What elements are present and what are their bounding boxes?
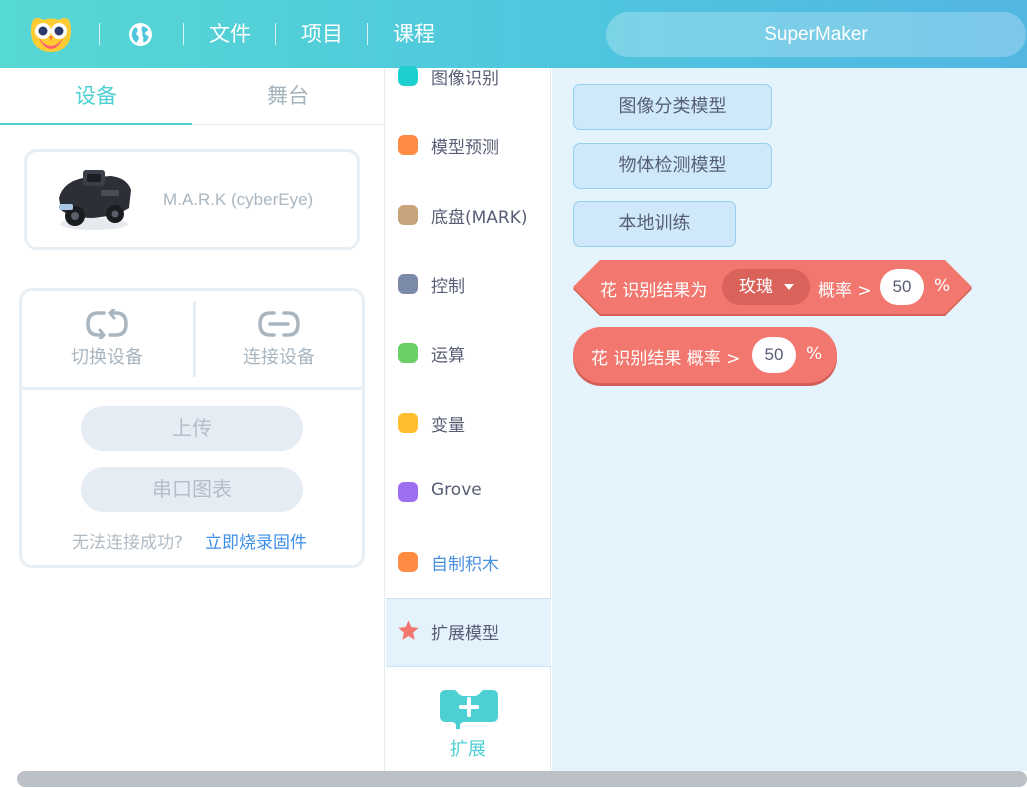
robot-car-image (59, 170, 131, 230)
switch-icon (86, 309, 128, 339)
connection-fail-text: 无法连接成功? (72, 533, 184, 553)
local-training-button[interactable]: 本地训练 (573, 201, 736, 247)
flower-result-is-block[interactable]: 花 识别结果为 玫瑰 概率 > 50 % (572, 259, 975, 317)
flower-dropdown[interactable]: 玫瑰 (722, 269, 810, 305)
connect-device-label: 连接设备 (243, 347, 315, 368)
category-label: 控制 (431, 277, 465, 297)
caret-down-icon (784, 284, 794, 290)
link-icon (258, 311, 300, 337)
connection-card: 切换设备 连接设备 上传 串口图表 无法连接成功? 立即烧录固件 (19, 288, 365, 568)
star-icon (398, 620, 419, 640)
category-color-dot (398, 66, 418, 86)
category-label: 运算 (431, 346, 465, 366)
category-label: 底盘(MARK) (431, 208, 528, 228)
serial-chart-button[interactable]: 串口图表 (81, 467, 303, 512)
block-category-list: 图像识别 模型预测 底盘(MARK) 控制 运算 变量 Grove 自制积木 扩… (386, 66, 551, 771)
device-name: M.A.R.K (cyberEye) (163, 190, 314, 209)
connect-device-button[interactable]: 连接设备 (194, 309, 364, 379)
block-label: % (934, 276, 951, 296)
probability-input[interactable]: 50 (880, 269, 924, 305)
category-label: 变量 (431, 416, 465, 436)
globe-icon[interactable] (128, 22, 153, 47)
category-color-dot (398, 343, 418, 363)
probability-input[interactable]: 50 (752, 337, 796, 373)
menu-project[interactable]: 项目 (301, 20, 343, 48)
category-chassis[interactable]: 底盘(MARK) (386, 195, 551, 235)
category-label: 图像识别 (431, 69, 499, 89)
flash-firmware-link[interactable]: 立即烧录固件 (205, 528, 307, 553)
category-label: 扩展模型 (431, 624, 499, 644)
project-title-field[interactable]: SuperMaker (606, 12, 1026, 57)
extension-label: 扩展 (450, 739, 486, 760)
category-label: 自制积木 (431, 555, 499, 575)
card-divider (22, 387, 362, 390)
category-color-dot (398, 413, 418, 433)
category-image-recognition[interactable]: 图像识别 (386, 56, 551, 96)
menu-separator (367, 23, 368, 45)
tab-device[interactable]: 设备 (0, 68, 192, 125)
flower-result-probability-block[interactable]: 花 识别结果 概率 > 50 % (573, 327, 837, 383)
category-color-dot (398, 274, 418, 294)
menu-separator (183, 23, 184, 45)
menu-separator (275, 23, 276, 45)
category-variables[interactable]: 变量 (386, 403, 551, 443)
category-control[interactable]: 控制 (386, 264, 551, 304)
block-palette: 图像分类模型 物体检测模型 本地训练 花 识别结果为 玫瑰 概率 > 50 % … (552, 68, 1027, 771)
category-color-dot (398, 135, 418, 155)
menu-course[interactable]: 课程 (393, 20, 435, 48)
category-label: 模型预测 (431, 138, 499, 158)
add-extension-icon[interactable] (438, 687, 500, 731)
menu-file[interactable]: 文件 (209, 20, 251, 48)
object-detection-model-button[interactable]: 物体检测模型 (573, 143, 772, 189)
block-label: 花 识别结果 概率 > (591, 349, 741, 369)
image-classification-model-button[interactable]: 图像分类模型 (573, 84, 772, 130)
category-color-dot (398, 552, 418, 572)
category-extension-model[interactable]: 扩展模型 (386, 611, 551, 651)
device-card[interactable]: M.A.R.K (cyberEye) (24, 149, 360, 250)
category-color-dot (398, 205, 418, 225)
upload-button[interactable]: 上传 (81, 406, 303, 451)
category-my-blocks[interactable]: 自制积木 (386, 542, 551, 582)
switch-device-button[interactable]: 切换设备 (22, 309, 192, 379)
category-model-prediction[interactable]: 模型预测 (386, 125, 551, 165)
menu-separator (99, 23, 100, 45)
category-operators[interactable]: 运算 (386, 333, 551, 373)
block-label: % (806, 344, 823, 364)
category-color-dot (398, 482, 418, 502)
switch-device-label: 切换设备 (71, 347, 143, 368)
tab-stage[interactable]: 舞台 (192, 68, 384, 125)
panel-tabs: 设备 舞台 (0, 68, 384, 125)
device-panel: 设备 舞台 M.A.R.K (cyberEye) 切换设备 连接设备 上传 串口… (0, 68, 385, 771)
category-grove[interactable]: Grove (386, 472, 551, 512)
horizontal-scrollbar[interactable] (17, 771, 1027, 787)
block-label: 概率 > (818, 281, 872, 301)
block-label: 花 识别结果为 (600, 281, 708, 301)
category-label: Grove (431, 480, 482, 500)
dropdown-value: 玫瑰 (739, 277, 773, 297)
owl-logo-icon[interactable] (29, 14, 73, 54)
